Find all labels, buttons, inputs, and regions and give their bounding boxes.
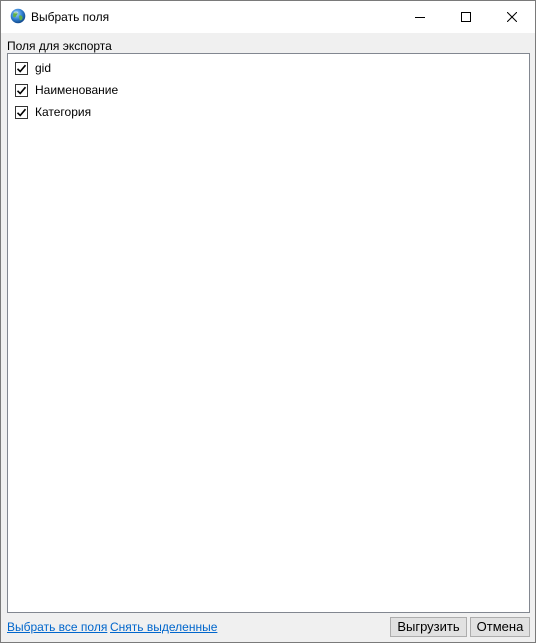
- field-item-gid[interactable]: gid: [15, 59, 51, 77]
- fields-checklist[interactable]: gid Наименование Категория: [7, 53, 530, 613]
- maximize-button[interactable]: [443, 1, 489, 33]
- title-bar[interactable]: Выбрать поля: [1, 1, 535, 33]
- maximize-icon: [461, 12, 471, 22]
- field-item-name[interactable]: Наименование: [15, 81, 118, 99]
- deselect-link[interactable]: Снять выделенные: [110, 620, 217, 634]
- field-label: gid: [35, 61, 52, 75]
- select-all-link[interactable]: Выбрать все поля: [7, 620, 107, 634]
- window-title: Выбрать поля: [31, 10, 110, 24]
- field-label: Наименование: [35, 83, 119, 97]
- export-button[interactable]: Выгрузить: [390, 617, 467, 637]
- checkmark-icon: [16, 86, 27, 95]
- minimize-icon: [415, 17, 425, 18]
- cancel-button[interactable]: Отмена: [470, 617, 530, 637]
- globe-icon: [10, 8, 26, 24]
- checkmark-icon: [16, 64, 27, 73]
- minimize-button[interactable]: [397, 1, 443, 33]
- checkmark-icon: [16, 108, 27, 117]
- field-item-category[interactable]: Категория: [15, 103, 91, 121]
- field-checkbox[interactable]: [15, 61, 28, 75]
- dialog-window: Выбрать поля Поля для экспорта gid Наиме…: [0, 0, 536, 643]
- fields-group-label: Поля для экспорта: [7, 39, 112, 53]
- field-checkbox[interactable]: [15, 105, 28, 119]
- field-label: Категория: [35, 105, 92, 119]
- close-icon: [507, 12, 517, 22]
- close-button[interactable]: [489, 1, 535, 33]
- field-checkbox[interactable]: [15, 83, 28, 97]
